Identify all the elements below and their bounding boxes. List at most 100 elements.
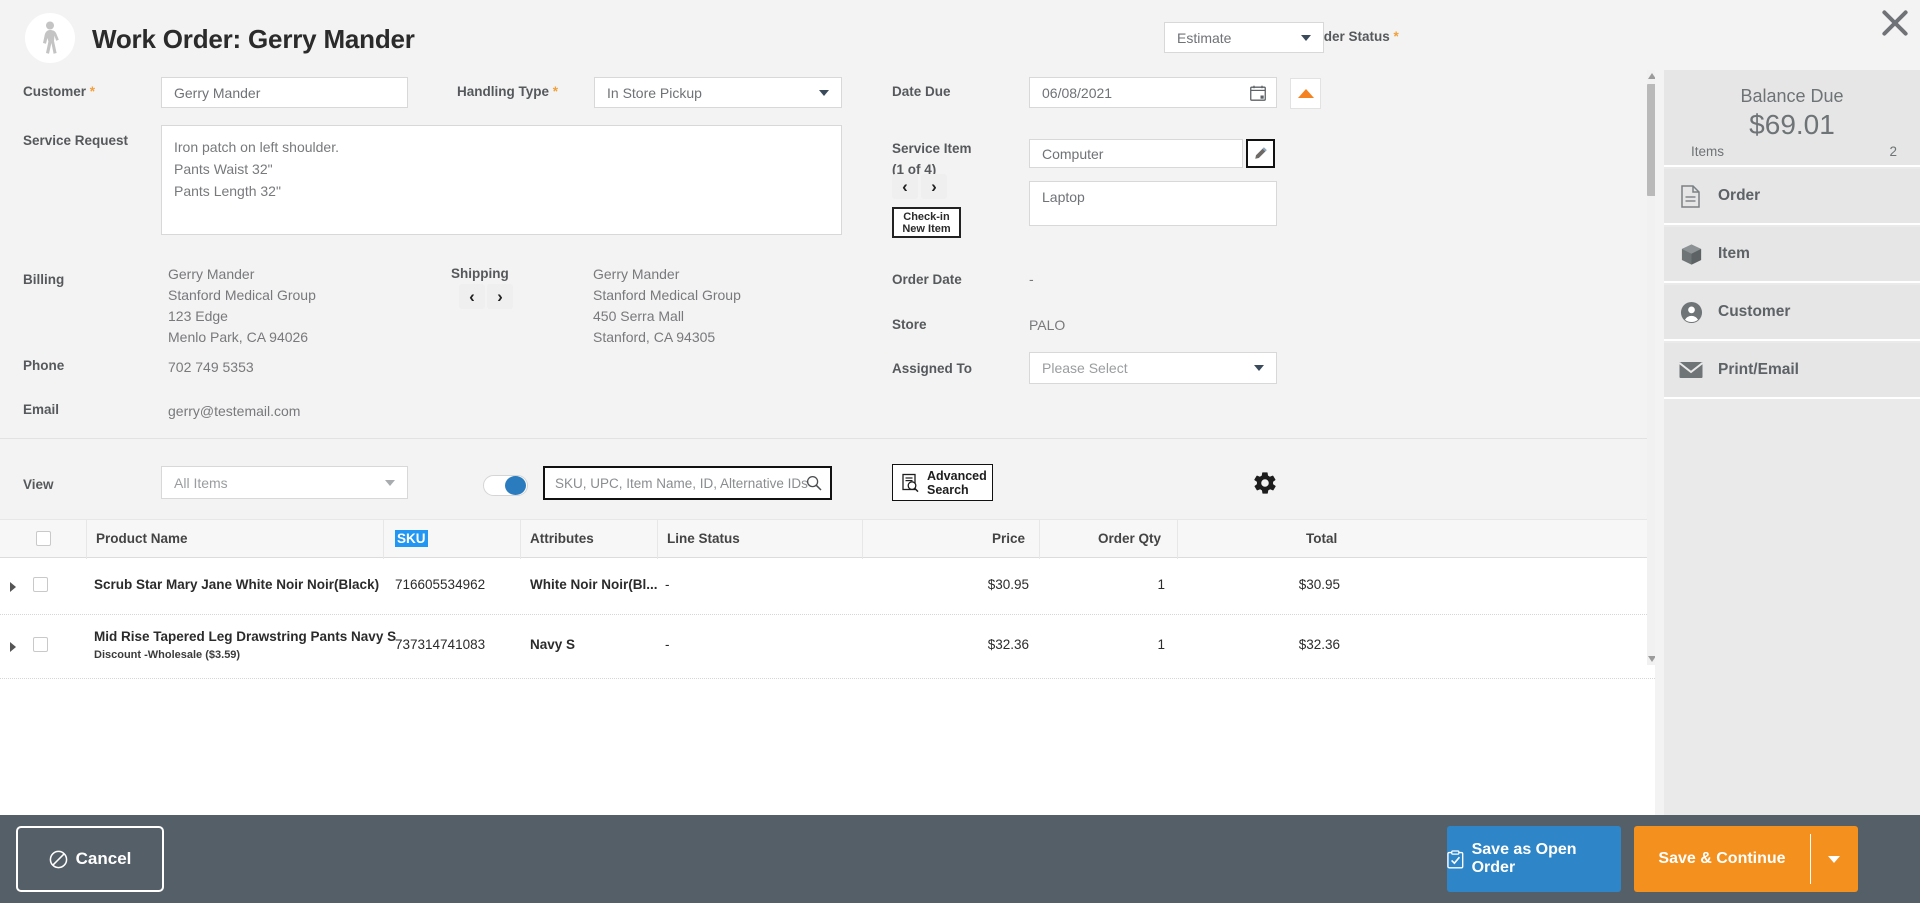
main-pane: Work Order: Gerry Mander Order Status * … [0, 0, 1655, 815]
page-title: Work Order: Gerry Mander [92, 24, 415, 54]
walking-person-icon [25, 13, 75, 63]
column-header-attributes[interactable]: Attributes [530, 531, 594, 546]
sidebar-item-item[interactable]: Item [1664, 227, 1920, 283]
shipping-line-2: 450 Serra Mall [593, 308, 685, 324]
date-due-label: Date Due [892, 84, 951, 99]
chevron-down-icon [1301, 34, 1311, 41]
gear-icon[interactable] [1252, 470, 1278, 496]
advanced-search-button[interactable]: Advanced Search [892, 464, 993, 501]
no-entry-icon [49, 850, 67, 868]
cell-product-name: Scrub Star Mary Jane White Noir Noir(Bla… [94, 577, 380, 592]
view-select[interactable]: All Items [161, 466, 408, 499]
service-item-label-text: Service Item [892, 141, 972, 156]
column-header-price[interactable]: Price [992, 531, 1025, 546]
column-header-sku[interactable]: SKU [395, 530, 428, 547]
column-header-line-status[interactable]: Line Status [667, 531, 740, 546]
phone-label: Phone [23, 358, 65, 373]
save-as-open-order-button[interactable]: Save as Open Order [1447, 826, 1621, 892]
view-value: All Items [174, 474, 228, 491]
service-item-detail-input[interactable]: Laptop [1029, 181, 1277, 226]
sidebar-item-print-email[interactable]: Print/Email [1664, 343, 1920, 399]
order-status-select[interactable]: Estimate [1164, 22, 1324, 53]
column-header-total[interactable]: Total [1306, 531, 1337, 546]
calendar-icon[interactable] [1250, 85, 1266, 101]
select-all-checkbox[interactable] [36, 531, 51, 546]
save-as-open-order-label: Save as Open Order [1471, 841, 1577, 876]
expand-row-icon[interactable] [10, 642, 16, 652]
shipping-label: Shipping [451, 266, 509, 281]
cancel-label: Cancel [75, 849, 132, 868]
chevron-down-icon[interactable] [1828, 856, 1840, 863]
view-label: View [23, 477, 54, 492]
check-in-new-item-button[interactable]: Check-in New Item [892, 207, 961, 238]
section-divider [0, 438, 1655, 439]
item-search-input[interactable]: SKU, UPC, Item Name, ID, Alternative IDs [543, 466, 832, 500]
scroll-up-icon[interactable] [1648, 73, 1655, 79]
advanced-search-icon [902, 473, 919, 492]
edit-service-item-button[interactable] [1246, 139, 1275, 168]
row-checkbox[interactable] [33, 577, 48, 592]
scrollbar-thumb[interactable] [1647, 84, 1655, 196]
row-checkbox[interactable] [33, 637, 48, 652]
expand-row-icon[interactable] [10, 582, 16, 592]
table-row[interactable]: Scrub Star Mary Jane White Noir Noir(Bla… [0, 558, 1655, 615]
cell-product-name: Mid Rise Tapered Leg Drawstring Pants Na… [94, 629, 397, 644]
cell-line-status: - [665, 577, 670, 592]
assigned-to-placeholder: Please Select [1042, 360, 1128, 376]
sidebar-item-order[interactable]: Order [1664, 169, 1920, 225]
order-date-value: - [1029, 271, 1034, 287]
date-due-input[interactable]: 06/08/2021 [1029, 77, 1277, 108]
cancel-button[interactable]: Cancel [16, 826, 164, 892]
item-search-toggle[interactable] [483, 475, 528, 496]
required-asterisk: * [89, 84, 96, 99]
service-item-value: Computer [1042, 145, 1104, 162]
column-divider [86, 520, 87, 559]
service-item-input[interactable]: Computer [1029, 139, 1243, 168]
grid-header-row: Product Name SKU Attributes Line Status … [0, 519, 1655, 559]
store-value: PALO [1029, 317, 1066, 333]
service-item-next-button[interactable]: › [921, 174, 947, 199]
sidebar-item-customer[interactable]: Customer [1664, 285, 1920, 341]
handling-type-select[interactable]: In Store Pickup [594, 77, 842, 108]
save-and-continue-label: Save & Continue [1658, 850, 1786, 867]
chevron-down-icon [1254, 365, 1264, 371]
column-header-product-name[interactable]: Product Name [96, 531, 188, 546]
cell-attributes: White Noir Noir(Bl... [530, 577, 658, 592]
document-icon [1664, 184, 1718, 208]
assigned-to-label: Assigned To [892, 361, 973, 376]
shipping-prev-button[interactable]: ‹ [459, 284, 485, 309]
search-placeholder: SKU, UPC, Item Name, ID, Alternative IDs [555, 475, 808, 491]
date-due-value: 06/08/2021 [1042, 84, 1113, 101]
cell-product-discount: Discount -Wholesale ($3.59) [94, 649, 241, 661]
required-asterisk: * [1393, 29, 1399, 44]
service-item-prev-button[interactable]: ‹ [892, 174, 918, 199]
shipping-next-button[interactable]: › [487, 284, 513, 309]
scroll-down-icon[interactable] [1648, 656, 1655, 662]
search-icon[interactable] [806, 475, 822, 491]
billing-address: Gerry Mander Stanford Medical Group 123 … [168, 264, 316, 348]
assigned-to-select[interactable]: Please Select [1029, 352, 1277, 384]
order-status-value: Estimate [1177, 29, 1232, 46]
column-divider [520, 520, 521, 559]
service-request-textarea[interactable]: Iron patch on left shoulder. Pants Waist… [161, 125, 842, 235]
summary-sidebar: Balance Due $69.01 Items 2 Order Item Cu… [1664, 70, 1920, 815]
chevron-down-icon [819, 89, 829, 96]
store-label: Store [892, 317, 927, 332]
cell-order-qty: 1 [1157, 577, 1165, 592]
envelope-icon [1664, 361, 1718, 379]
cell-line-status: - [665, 637, 670, 652]
close-icon[interactable] [1880, 8, 1910, 38]
collapse-panel-button[interactable] [1290, 78, 1321, 109]
billing-line-3: Menlo Park, CA 94026 [168, 329, 309, 345]
cell-total: $30.95 [1298, 577, 1340, 592]
advanced-search-label: Advanced Search [927, 468, 987, 497]
billing-line-2: 123 Edge [168, 308, 228, 324]
table-row[interactable]: Mid Rise Tapered Leg Drawstring Pants Na… [0, 615, 1655, 679]
save-and-continue-button[interactable]: Save & Continue [1634, 826, 1858, 892]
work-order-screen: Work Order: Gerry Mander Order Status * … [0, 0, 1920, 903]
main-scrollbar[interactable] [1647, 70, 1655, 665]
header: Work Order: Gerry Mander Order Status * … [0, 0, 1655, 88]
sidebar-empty-area [1664, 399, 1920, 815]
customer-input[interactable]: Gerry Mander [161, 77, 408, 108]
column-header-order-qty[interactable]: Order Qty [1098, 531, 1161, 546]
